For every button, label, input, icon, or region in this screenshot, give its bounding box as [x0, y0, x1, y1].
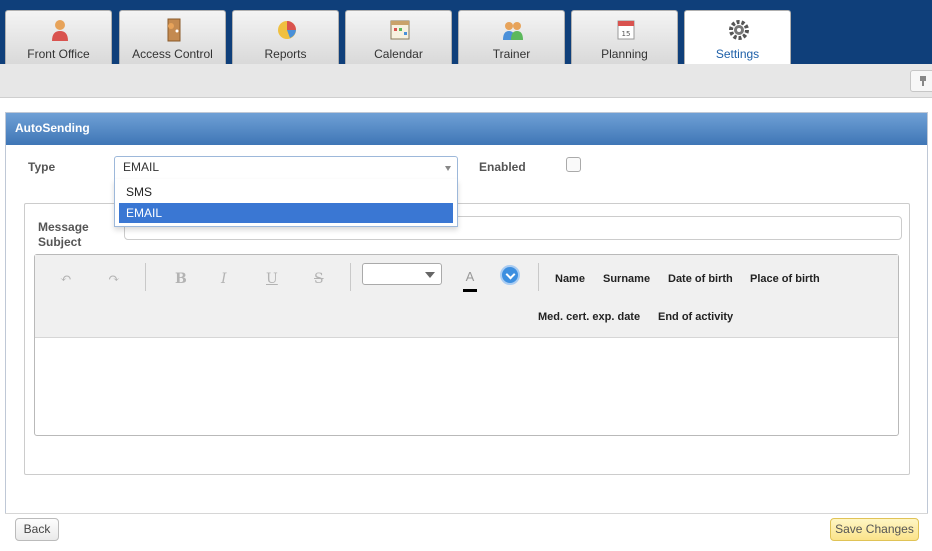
chevron-down-icon — [445, 166, 451, 171]
insert-field-date-of-birth[interactable]: Date of birth — [668, 273, 733, 285]
strikethrough-button[interactable]: S — [314, 271, 324, 287]
pin-icon — [920, 76, 926, 86]
editor-content-area[interactable] — [35, 339, 898, 435]
tab-label: Settings — [715, 47, 760, 61]
back-button[interactable]: Back — [15, 518, 59, 541]
calendar-icon — [390, 20, 410, 40]
message-subject-label-line2: Subject — [38, 235, 82, 249]
insert-field-surname[interactable]: Surname — [603, 273, 650, 285]
save-changes-button[interactable]: Save Changes — [830, 518, 919, 541]
tab-front-office[interactable]: Front Office — [5, 10, 112, 64]
toolbar-separator — [350, 263, 351, 291]
access-control-icon — [167, 18, 181, 42]
panel-footer — [5, 513, 928, 549]
tab-label: Front Office — [27, 47, 90, 61]
tab-access-control[interactable]: Access Control — [119, 10, 226, 64]
message-subject-label-line1: Message — [38, 220, 89, 234]
toolbar-strip — [0, 64, 932, 98]
editor-toolbar: ↶ ↷ B I U S A Name Surname Date of birth… — [35, 255, 898, 338]
type-select-value: EMAIL — [123, 160, 160, 174]
insert-field-end-of-activity[interactable]: End of activity — [658, 311, 733, 323]
text-color-glyph: A — [465, 269, 475, 284]
undo-icon[interactable]: ↶ — [60, 271, 72, 287]
chevron-down-icon — [505, 269, 516, 280]
panel-title: AutoSending — [6, 113, 927, 145]
type-option-email[interactable]: EMAIL — [119, 203, 453, 223]
type-dropdown-list: SMS EMAIL — [114, 179, 458, 227]
toolbar-separator — [145, 263, 146, 291]
more-options-button[interactable] — [500, 265, 520, 285]
bold-button[interactable]: B — [175, 271, 187, 287]
type-option-sms[interactable]: SMS — [119, 182, 453, 202]
tab-reports[interactable]: Reports — [232, 10, 339, 64]
trainer-icon — [503, 22, 523, 40]
settings-gear-icon — [729, 20, 749, 40]
tab-label: Planning — [601, 47, 648, 61]
tab-label: Calendar — [374, 47, 423, 61]
tab-planning[interactable]: 15 Planning — [571, 10, 678, 64]
redo-icon[interactable]: ↷ — [108, 271, 120, 287]
type-label: Type — [28, 160, 56, 174]
tab-label: Reports — [264, 47, 307, 61]
toolbar-separator — [538, 263, 539, 291]
planning-icon: 15 — [617, 20, 635, 40]
enabled-checkbox[interactable] — [566, 157, 581, 172]
reports-pie-icon — [278, 21, 296, 39]
insert-field-med-cert-exp-date[interactable]: Med. cert. exp. date — [538, 311, 640, 323]
type-select[interactable]: EMAIL — [114, 156, 458, 180]
insert-field-name[interactable]: Name — [555, 273, 585, 285]
enabled-label: Enabled — [479, 160, 526, 174]
tab-label: Trainer — [492, 47, 531, 61]
italic-button[interactable]: I — [221, 271, 227, 287]
top-navigation-bar: Front Office Access Control Reports Cale… — [0, 0, 932, 64]
text-color-swatch — [463, 289, 477, 292]
tab-settings[interactable]: Settings — [684, 10, 791, 64]
tab-label: Access Control — [132, 47, 213, 61]
tab-calendar[interactable]: Calendar — [345, 10, 452, 64]
chevron-down-icon — [425, 272, 435, 278]
insert-field-place-of-birth[interactable]: Place of birth — [750, 273, 820, 285]
tab-trainer[interactable]: Trainer — [458, 10, 565, 64]
underline-button[interactable]: U — [266, 271, 278, 287]
text-color-button[interactable]: A — [463, 269, 477, 293]
pin-button[interactable] — [910, 70, 932, 92]
svg-text:15: 15 — [622, 30, 631, 38]
front-office-icon — [52, 20, 68, 41]
message-body-editor: ↶ ↷ B I U S A Name Surname Date of birth… — [34, 254, 899, 436]
font-size-select[interactable] — [362, 263, 442, 285]
